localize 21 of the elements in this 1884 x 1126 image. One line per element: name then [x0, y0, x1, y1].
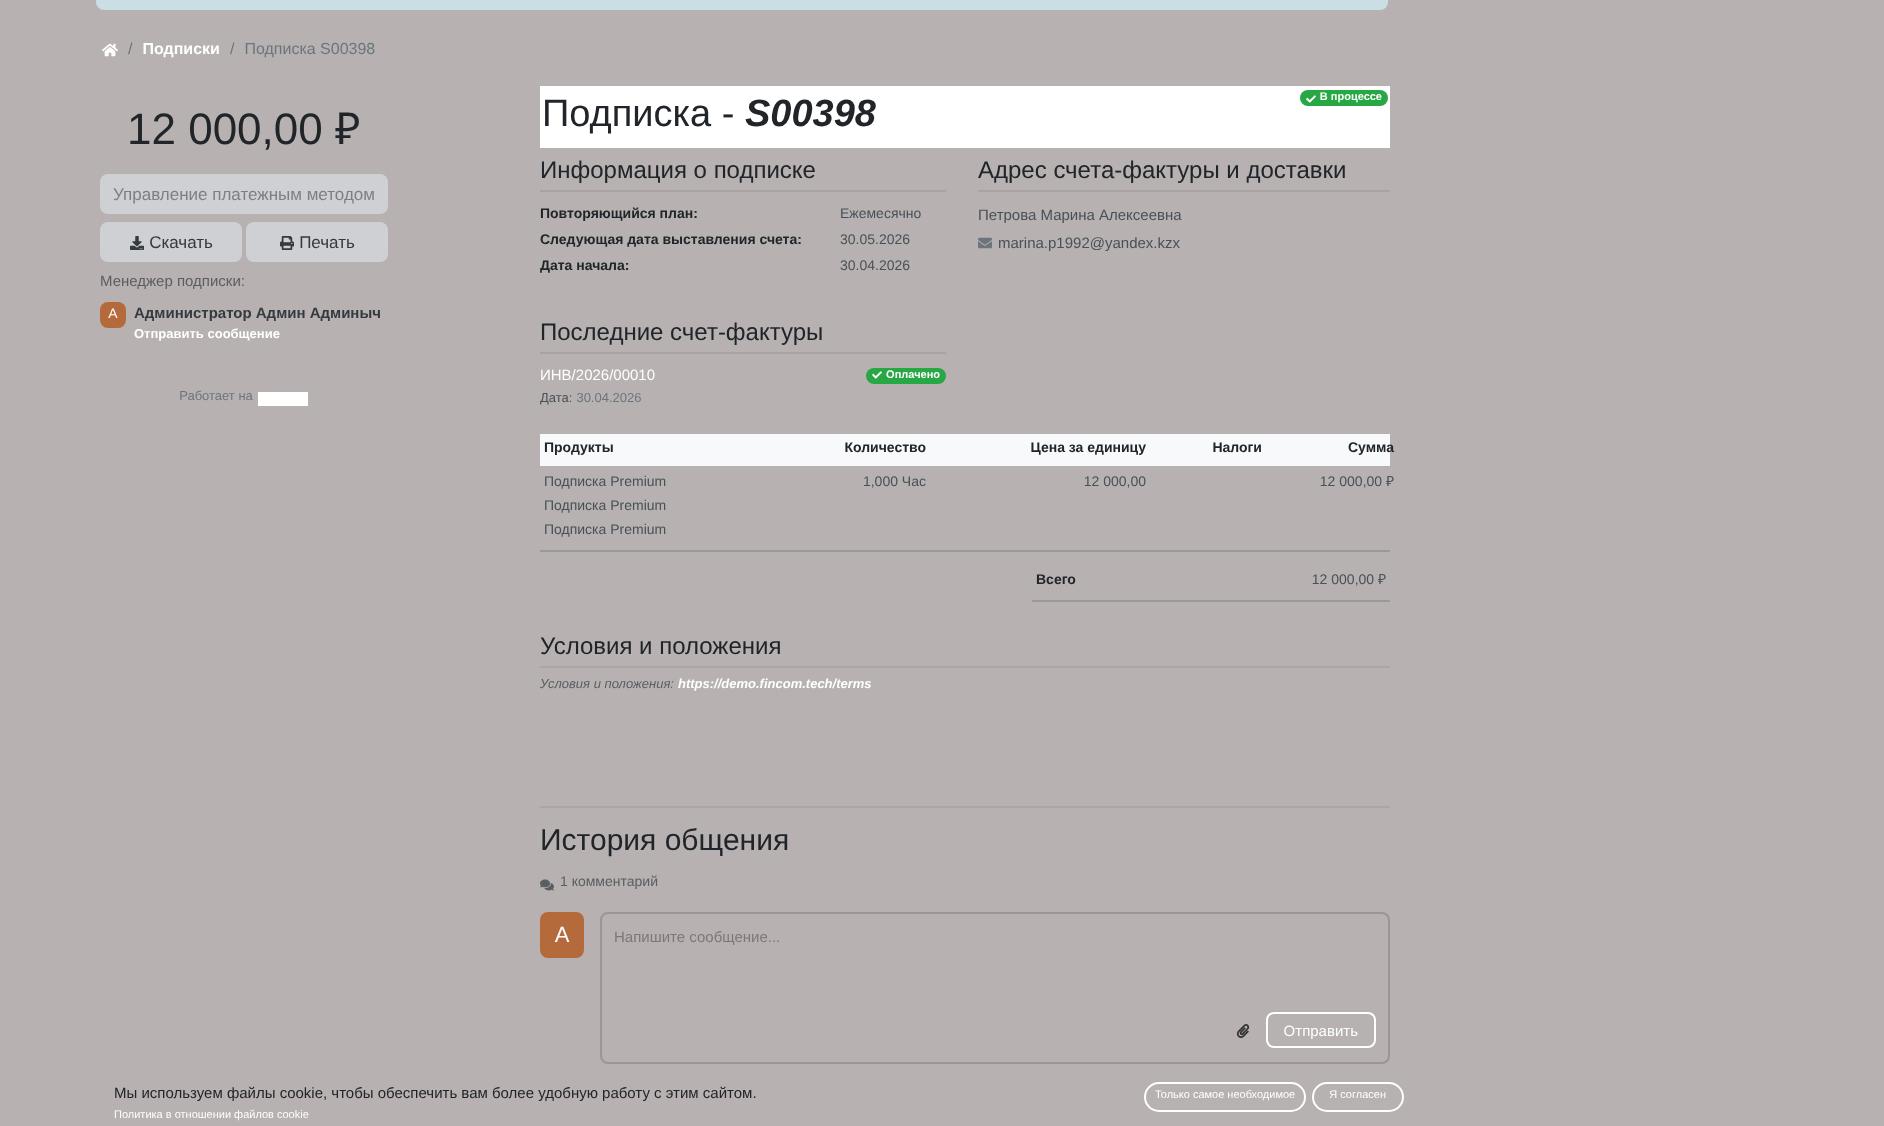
section-heading: Адрес счета-фактуры и доставки [978, 152, 1390, 192]
breadcrumb-separator: / [128, 38, 133, 62]
print-button[interactable]: Печать [246, 222, 388, 262]
section-heading: Условия и положения [540, 627, 1390, 667]
paperclip-icon[interactable] [1235, 1023, 1250, 1038]
breadcrumb-separator: / [229, 38, 235, 62]
envelope-icon [978, 236, 992, 251]
section-heading: Последние счет-фактуры [540, 314, 946, 354]
manage-payment-button[interactable]: Управление платежным методом [100, 174, 388, 214]
breadcrumb-link[interactable]: Подписки [142, 38, 220, 62]
user-avatar: A [540, 912, 584, 959]
logo-icon [258, 391, 309, 406]
subscription-amount: 12 000,00 ₽ [125, 102, 363, 158]
comments-icon [540, 877, 554, 891]
section-heading: Информация о подписке [540, 152, 946, 192]
download-button[interactable]: Скачать [100, 222, 242, 262]
print-icon [279, 235, 294, 249]
subscription-title: Подписка - S00398 [542, 92, 876, 140]
breadcrumb-current: Подписка S00398 [244, 38, 376, 62]
history-heading: История общения [540, 822, 792, 863]
download-icon [129, 235, 144, 249]
